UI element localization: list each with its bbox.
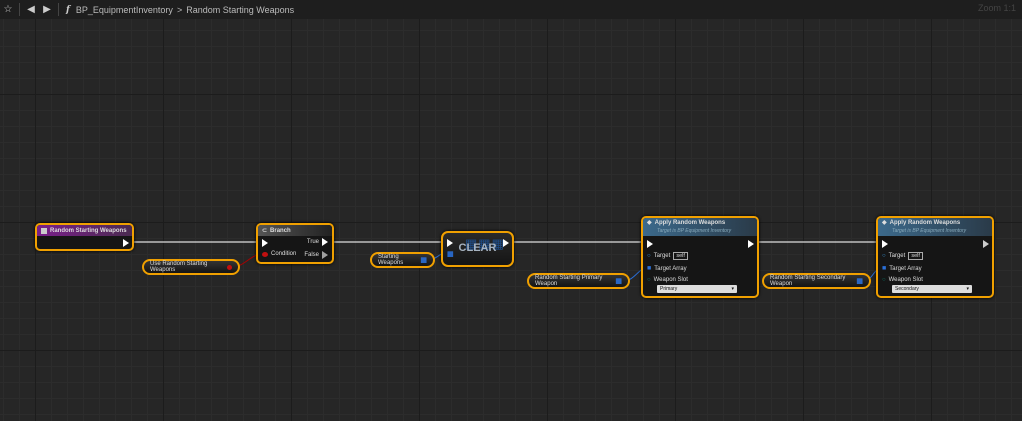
node-title: Random Starting Weapons [50,227,127,234]
array-pin-icon[interactable]: ▦ [420,256,427,264]
pin-label: Target [653,253,671,259]
self-value: self [908,252,923,260]
weapon-slot-dropdown[interactable]: Secondary ▾ [892,285,972,293]
true-pin[interactable]: True [307,238,328,246]
node-title: Apply Random Weapons [654,219,726,226]
array-pin-icon[interactable]: ▦ [615,277,622,285]
array-pin-icon[interactable]: ▦ [447,250,454,258]
exec-in-pin[interactable] [447,239,453,247]
use-random-var-node[interactable]: Use Random Starting Weapons [142,259,240,275]
pin-label: Target Array [654,265,687,272]
primary-weapon-var-node[interactable]: Random Starting Primary Weapon ▦ [527,273,630,289]
object-pin-icon: ○ [647,253,651,259]
target-array-pin[interactable]: ■ Target Array [647,265,687,272]
target-array-pin[interactable]: ■ Target Array [882,265,922,272]
target-pin[interactable]: ○ Target self [647,252,688,260]
branch-node[interactable]: ⊂ Branch True Condition False [256,223,334,264]
dropdown-value: Primary [660,286,678,292]
pin-label: True [306,239,319,245]
pin-label: Weapon Slot [888,277,923,283]
exec-out-pin[interactable] [748,240,754,248]
weapon-slot-pin[interactable]: ○ Weapon Slot [647,277,688,283]
starting-weapons-var-node[interactable]: Starting Weapons ▦ [370,252,435,268]
self-value: self [673,252,688,260]
weapon-slot-pin[interactable]: ○ Weapon Slot [882,277,923,283]
condition-pin[interactable]: Condition [262,251,296,257]
bool-pin-icon [262,251,268,257]
exec-out-pin[interactable] [983,240,989,248]
event-node[interactable]: Random Starting Weapons [35,223,134,251]
chevron-down-icon: ▾ [731,286,734,292]
pin-label: Target [888,253,906,259]
array-pin-icon[interactable]: ▦ [856,277,863,285]
chevron-down-icon: ▾ [966,286,969,292]
object-pin-icon: ○ [882,253,886,259]
node-title: Branch [270,227,291,234]
exec-in-pin[interactable] [262,239,268,247]
enum-pin-icon: ○ [882,277,886,283]
exec-in-pin[interactable] [882,240,888,248]
branch-icon: ⊂ [262,228,268,234]
pin-label: Weapon Slot [653,277,688,283]
function-icon: ◆ [882,220,887,226]
node-subtitle: Target is BP Equipment Inventory [892,228,967,234]
wires [131,241,883,282]
false-pin[interactable]: False [304,251,328,259]
pin-label: Condition [271,251,297,257]
node-subtitle: Target is BP Equipment Inventory [657,228,732,234]
exec-out-pin[interactable] [123,239,129,247]
secondary-weapon-var-node[interactable]: Random Starting Secondary Weapon ▦ [762,273,871,289]
function-icon: ◆ [647,220,652,226]
apply-random-weapons-node-secondary[interactable]: ◆ Apply Random Weapons Target is BP Equip… [876,216,994,298]
pin-label: False [304,252,319,258]
pin-label: Target Array [889,265,922,272]
var-label: Use Random Starting Weapons [150,261,208,273]
var-label: Random Starting Primary Weapon [535,275,603,287]
event-icon [41,227,47,234]
bool-pin-icon[interactable] [226,264,232,270]
array-pin-icon: ■ [647,265,652,272]
exec-icon [322,251,328,259]
enum-pin-icon: ○ [647,277,651,283]
clear-node[interactable]: ▦▦▦ CLEAR ▦ [441,231,514,267]
exec-out-pin[interactable] [503,239,509,247]
array-pin-icon: ■ [882,265,887,272]
weapon-slot-dropdown[interactable]: Primary ▾ [657,285,737,293]
exec-icon [322,238,328,246]
var-label: Starting Weapons [378,254,404,266]
apply-random-weapons-node-primary[interactable]: ◆ Apply Random Weapons Target is BP Equip… [641,216,759,298]
target-pin[interactable]: ○ Target self [882,252,923,260]
dropdown-value: Secondary [895,286,919,292]
var-label: Random Starting Secondary Weapon [770,275,846,287]
node-title: Apply Random Weapons [889,219,961,226]
exec-in-pin[interactable] [647,240,653,248]
